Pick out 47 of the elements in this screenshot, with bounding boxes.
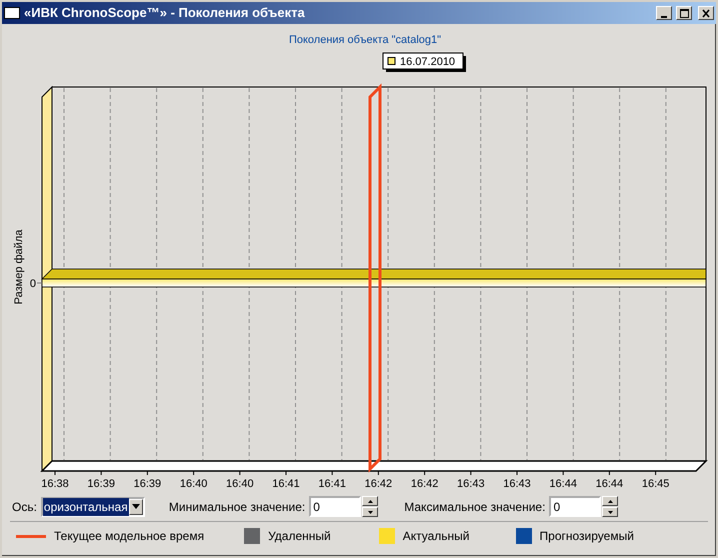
legend-label: Актуальный — [402, 528, 470, 545]
close-icon — [700, 8, 712, 18]
spin-up-button[interactable] — [362, 496, 378, 506]
legend-label: Прогнозируемый — [540, 528, 634, 545]
axis-label: Ось: — [12, 498, 37, 516]
legend-label: Удаленный — [268, 528, 331, 545]
chart-title: Поколения объекта "catalog1" — [288, 34, 442, 46]
x-tick-label: 16:45 — [642, 478, 670, 490]
dropdown-button[interactable] — [128, 498, 143, 514]
maximize-icon — [678, 8, 690, 18]
arrow-down-icon — [608, 510, 613, 514]
x-tick-label: 16:42 — [364, 478, 392, 490]
max-value-field[interactable]: 0 — [549, 496, 602, 517]
window-title: «ИВК ChronoScope™» - Поколения объекта — [24, 4, 305, 22]
x-tick-label: 16:41 — [318, 478, 346, 490]
x-tick-label: 16:43 — [503, 478, 531, 490]
x-tick-label: 16:43 — [457, 478, 485, 490]
x-tick-label: 16:40 — [180, 478, 208, 490]
min-value-field[interactable]: 0 — [309, 496, 362, 517]
x-tick-label: 16:44 — [549, 478, 577, 490]
x-tick-label: 16:44 — [596, 478, 624, 490]
close-button[interactable] — [698, 6, 714, 20]
spin-down-button[interactable] — [362, 507, 378, 517]
arrow-up-icon — [608, 500, 613, 502]
legend-label: Текущее модельное время — [54, 528, 204, 545]
x-tick-label: 16:42 — [410, 478, 438, 490]
spin-down-button[interactable] — [602, 507, 618, 517]
legend-square-icon — [388, 57, 396, 65]
x-tick-label: 16:39 — [134, 478, 162, 490]
caret-icon — [132, 504, 140, 509]
x-tick-label: 16:40 — [226, 478, 254, 490]
spin-up-button[interactable] — [602, 496, 618, 506]
arrow-up-icon — [368, 500, 373, 502]
window-icon — [4, 7, 20, 19]
min-value-label: Минимальное значение: — [168, 498, 306, 516]
tooltip-date: 16.07.2010 — [400, 56, 456, 68]
minimize-icon — [661, 16, 667, 18]
x-tick-label: 16:38 — [41, 478, 69, 490]
axis-dropdown[interactable]: оризонтальная — [40, 496, 145, 516]
x-tick-label: 16:39 — [87, 478, 115, 490]
minimize-button[interactable] — [656, 6, 672, 20]
x-tick-label: 16:41 — [272, 478, 300, 490]
maximize-button[interactable] — [676, 6, 692, 20]
arrow-down-icon — [368, 510, 373, 514]
max-value-label: Максимальное значение: — [404, 498, 546, 516]
y-axis-label: Размер файла — [13, 230, 25, 304]
y-tick-label: 0 — [30, 278, 36, 290]
